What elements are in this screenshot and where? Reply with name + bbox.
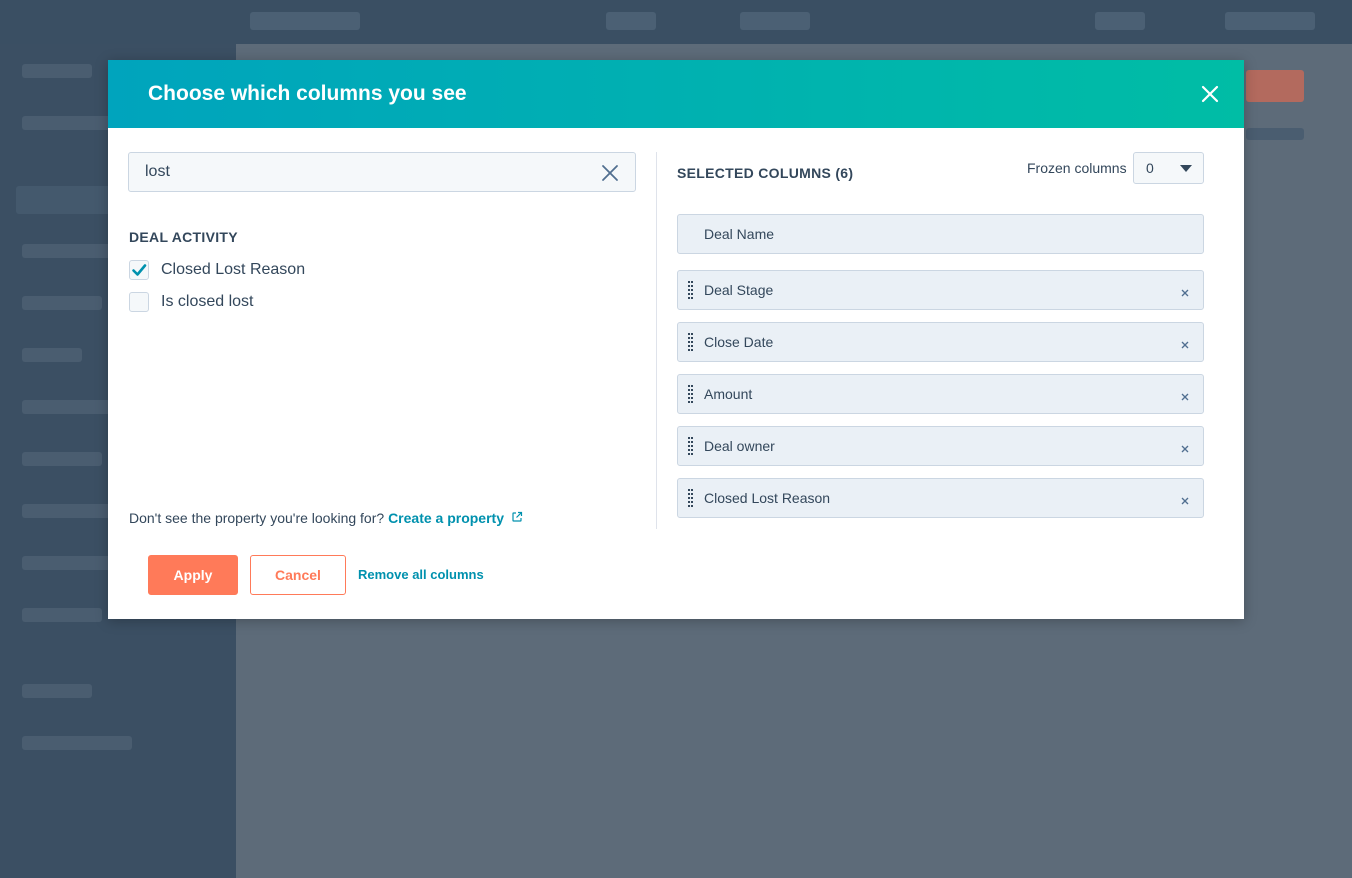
create-property-link[interactable]: Create a property: [388, 510, 504, 526]
create-property-hint: Don't see the property you're looking fo…: [129, 510, 523, 526]
drag-handle-icon[interactable]: [688, 281, 693, 299]
column-chooser-modal: Choose which columns you see lost DEAL A…: [108, 60, 1244, 619]
apply-button[interactable]: Apply: [148, 555, 238, 595]
column-label: Deal Stage: [704, 282, 774, 298]
frozen-columns-label: Frozen columns: [1027, 160, 1127, 176]
drag-handle-icon[interactable]: [688, 437, 693, 455]
column-label: Deal owner: [704, 438, 775, 454]
option-label: Is closed lost: [161, 293, 254, 310]
selected-column-deal-name: Deal Name: [677, 214, 1204, 254]
property-group-heading: DEAL ACTIVITY: [129, 229, 238, 245]
selected-column-amount[interactable]: Amount: [677, 374, 1204, 414]
option-label: Closed Lost Reason: [161, 261, 306, 278]
selected-column-close-date[interactable]: Close Date: [677, 322, 1204, 362]
remove-all-columns-link[interactable]: Remove all columns: [358, 567, 484, 582]
drag-handle-icon[interactable]: [688, 333, 693, 351]
drag-handle-icon[interactable]: [688, 385, 693, 403]
remove-column-icon[interactable]: [1180, 493, 1190, 505]
remove-column-icon[interactable]: [1180, 337, 1190, 349]
panel-divider: [656, 152, 657, 529]
close-icon[interactable]: [1196, 80, 1224, 108]
property-search-input[interactable]: lost: [128, 152, 636, 192]
checkbox-checked[interactable]: [129, 260, 149, 280]
modal-title: Choose which columns you see: [148, 82, 467, 105]
remove-column-icon[interactable]: [1180, 441, 1190, 453]
help-text: Don't see the property you're looking fo…: [129, 510, 385, 526]
column-label: Closed Lost Reason: [704, 490, 831, 506]
external-link-icon[interactable]: [511, 511, 523, 523]
search-input-value[interactable]: lost: [145, 163, 170, 181]
remove-column-icon[interactable]: [1180, 389, 1190, 401]
selected-column-deal-owner[interactable]: Deal owner: [677, 426, 1204, 466]
column-label: Amount: [704, 386, 753, 402]
selected-column-closed-lost-reason[interactable]: Closed Lost Reason: [677, 478, 1204, 518]
selected-column-deal-stage[interactable]: Deal Stage: [677, 270, 1204, 310]
column-label: Close Date: [704, 334, 774, 350]
background-top-nav: [0, 0, 1352, 44]
caret-down-icon: [1180, 165, 1192, 172]
frozen-columns-select[interactable]: 0: [1133, 152, 1204, 184]
cancel-button[interactable]: Cancel: [250, 555, 346, 595]
remove-column-icon[interactable]: [1180, 285, 1190, 297]
column-label: Deal Name: [704, 226, 775, 242]
drag-handle-icon[interactable]: [688, 489, 693, 507]
checkbox-unchecked[interactable]: [129, 292, 149, 312]
frozen-columns-value: 0: [1146, 160, 1154, 176]
modal-header: Choose which columns you see: [108, 60, 1244, 128]
clear-search-icon[interactable]: [601, 164, 619, 182]
selected-columns-heading: SELECTED COLUMNS (6): [677, 165, 854, 181]
